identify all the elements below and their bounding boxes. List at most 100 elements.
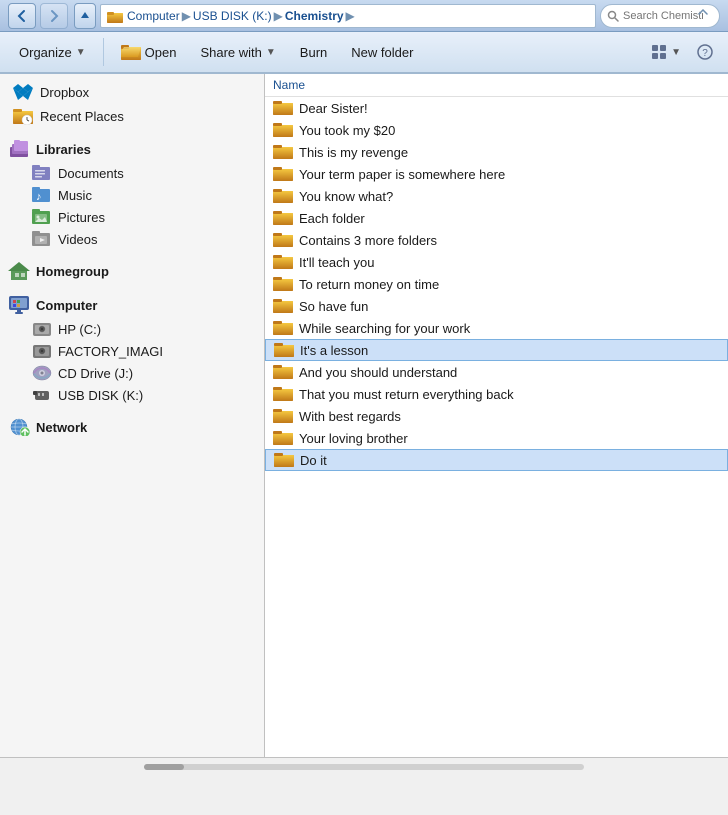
pictures-label: Pictures bbox=[58, 210, 105, 225]
folder-icon bbox=[273, 276, 293, 292]
drive-j-label: CD Drive (J:) bbox=[58, 366, 133, 381]
network-icon bbox=[8, 418, 30, 436]
folder-icon bbox=[274, 342, 294, 358]
sidebar-item-dropbox[interactable]: Dropbox bbox=[0, 80, 264, 104]
search-icon bbox=[607, 10, 619, 22]
file-item-7[interactable]: It'll teach you bbox=[265, 251, 728, 273]
sidebar-item-network[interactable]: Network bbox=[0, 414, 264, 440]
file-item-15[interactable]: Your loving brother bbox=[265, 427, 728, 449]
new-folder-button[interactable]: New folder bbox=[340, 35, 424, 69]
music-icon: ♪ bbox=[32, 187, 52, 203]
title-bar: Computer ▶ USB DISK (K:) ▶ Chemistry ▶ bbox=[0, 0, 728, 32]
share-arrow: ▼ bbox=[266, 47, 276, 58]
help-button[interactable]: ? bbox=[690, 35, 720, 69]
view-button[interactable]: ▼ bbox=[644, 35, 688, 69]
folder-icon bbox=[273, 320, 293, 336]
file-name: Your loving brother bbox=[299, 431, 408, 446]
status-bar bbox=[0, 757, 728, 779]
drive-k-label: USB DISK (K:) bbox=[58, 388, 143, 403]
file-item-4[interactable]: You know what? bbox=[265, 185, 728, 207]
main-area: Dropbox Recent Places bbox=[0, 74, 728, 757]
file-name: So have fun bbox=[299, 299, 368, 314]
sidebar-item-factory[interactable]: FACTORY_IMAGI bbox=[0, 340, 264, 362]
videos-label: Videos bbox=[58, 232, 98, 247]
file-item-14[interactable]: With best regards bbox=[265, 405, 728, 427]
file-name: This is my revenge bbox=[299, 145, 408, 160]
file-item-5[interactable]: Each folder bbox=[265, 207, 728, 229]
sidebar-item-drive-k[interactable]: USB DISK (K:) bbox=[0, 384, 264, 406]
up-button[interactable] bbox=[74, 3, 96, 29]
content-area: Name Dear Sister! You took my $20 This i… bbox=[265, 74, 728, 757]
breadcrumb-usb[interactable]: USB DISK (K:) bbox=[193, 9, 272, 23]
sidebar-item-recent-places[interactable]: Recent Places bbox=[0, 104, 264, 128]
forward-button[interactable] bbox=[40, 3, 68, 29]
search-input[interactable] bbox=[623, 10, 703, 22]
open-folder-icon bbox=[121, 43, 141, 61]
folder-icon bbox=[273, 232, 293, 248]
videos-icon bbox=[32, 231, 52, 247]
sidebar-spacer-1 bbox=[0, 128, 264, 136]
breadcrumb-computer[interactable]: Computer bbox=[127, 9, 180, 23]
breadcrumb-chemistry[interactable]: Chemistry bbox=[285, 9, 344, 23]
pictures-icon bbox=[32, 209, 52, 225]
dropbox-icon bbox=[12, 83, 34, 101]
folder-icon bbox=[273, 188, 293, 204]
dropbox-label: Dropbox bbox=[40, 85, 89, 100]
homegroup-icon bbox=[8, 262, 30, 280]
network-label: Network bbox=[36, 420, 87, 435]
sidebar-item-videos[interactable]: Videos bbox=[0, 228, 264, 250]
sidebar-item-drive-j[interactable]: CD Drive (J:) bbox=[0, 362, 264, 384]
sidebar-item-documents[interactable]: Documents bbox=[0, 162, 264, 184]
svg-text:♪: ♪ bbox=[36, 191, 42, 203]
file-item-10[interactable]: While searching for your work bbox=[265, 317, 728, 339]
file-name: Do it bbox=[300, 453, 327, 468]
file-name: Dear Sister! bbox=[299, 101, 368, 116]
burn-button[interactable]: Burn bbox=[289, 35, 338, 69]
organize-button[interactable]: Organize ▼ bbox=[8, 35, 97, 69]
sidebar-item-libraries[interactable]: Libraries bbox=[0, 136, 264, 162]
file-item-13[interactable]: That you must return everything back bbox=[265, 383, 728, 405]
sidebar-item-computer[interactable]: Computer bbox=[0, 292, 264, 318]
file-item-8[interactable]: To return money on time bbox=[265, 273, 728, 295]
burn-label: Burn bbox=[300, 45, 327, 60]
documents-label: Documents bbox=[58, 166, 124, 181]
file-name: It'll teach you bbox=[299, 255, 374, 270]
file-item-12[interactable]: And you should understand bbox=[265, 361, 728, 383]
toolbar: Organize ▼ Open Share with ▼ Burn New fo… bbox=[0, 32, 728, 74]
breadcrumb[interactable]: Computer ▶ USB DISK (K:) ▶ Chemistry ▶ bbox=[100, 4, 596, 28]
file-name: To return money on time bbox=[299, 277, 439, 292]
organize-label: Organize bbox=[19, 45, 72, 60]
file-item-1[interactable]: You took my $20 bbox=[265, 119, 728, 141]
sidebar-item-homegroup[interactable]: Homegroup bbox=[0, 258, 264, 284]
sidebar-item-pictures[interactable]: Pictures bbox=[0, 206, 264, 228]
documents-icon bbox=[32, 165, 52, 181]
file-name: While searching for your work bbox=[299, 321, 470, 336]
sidebar-spacer-3 bbox=[0, 284, 264, 292]
horizontal-scrollbar[interactable] bbox=[8, 760, 720, 777]
column-header[interactable]: Name bbox=[265, 74, 728, 97]
file-item-11[interactable]: It's a lesson bbox=[265, 339, 728, 361]
file-name: It's a lesson bbox=[300, 343, 368, 358]
folder-icon bbox=[273, 210, 293, 226]
file-item-16[interactable]: Do it bbox=[265, 449, 728, 471]
computer-icon bbox=[8, 296, 30, 314]
file-item-6[interactable]: Contains 3 more folders bbox=[265, 229, 728, 251]
file-item-9[interactable]: So have fun bbox=[265, 295, 728, 317]
help-icon: ? bbox=[697, 44, 713, 60]
file-name: That you must return everything back bbox=[299, 387, 514, 402]
open-button[interactable]: Open bbox=[110, 35, 188, 69]
share-button[interactable]: Share with ▼ bbox=[189, 35, 286, 69]
sidebar-item-music[interactable]: ♪ Music bbox=[0, 184, 264, 206]
file-name: Each folder bbox=[299, 211, 365, 226]
sidebar-item-drive-c[interactable]: HP (C:) bbox=[0, 318, 264, 340]
file-item-3[interactable]: Your term paper is somewhere here bbox=[265, 163, 728, 185]
folder-icon bbox=[273, 408, 293, 424]
file-item-2[interactable]: This is my revenge bbox=[265, 141, 728, 163]
svg-text:?: ? bbox=[702, 48, 708, 59]
file-name: You took my $20 bbox=[299, 123, 395, 138]
file-name: You know what? bbox=[299, 189, 393, 204]
file-name: Your term paper is somewhere here bbox=[299, 167, 505, 182]
name-column-label[interactable]: Name bbox=[273, 78, 305, 92]
file-item-0[interactable]: Dear Sister! bbox=[265, 97, 728, 119]
back-button[interactable] bbox=[8, 3, 36, 29]
